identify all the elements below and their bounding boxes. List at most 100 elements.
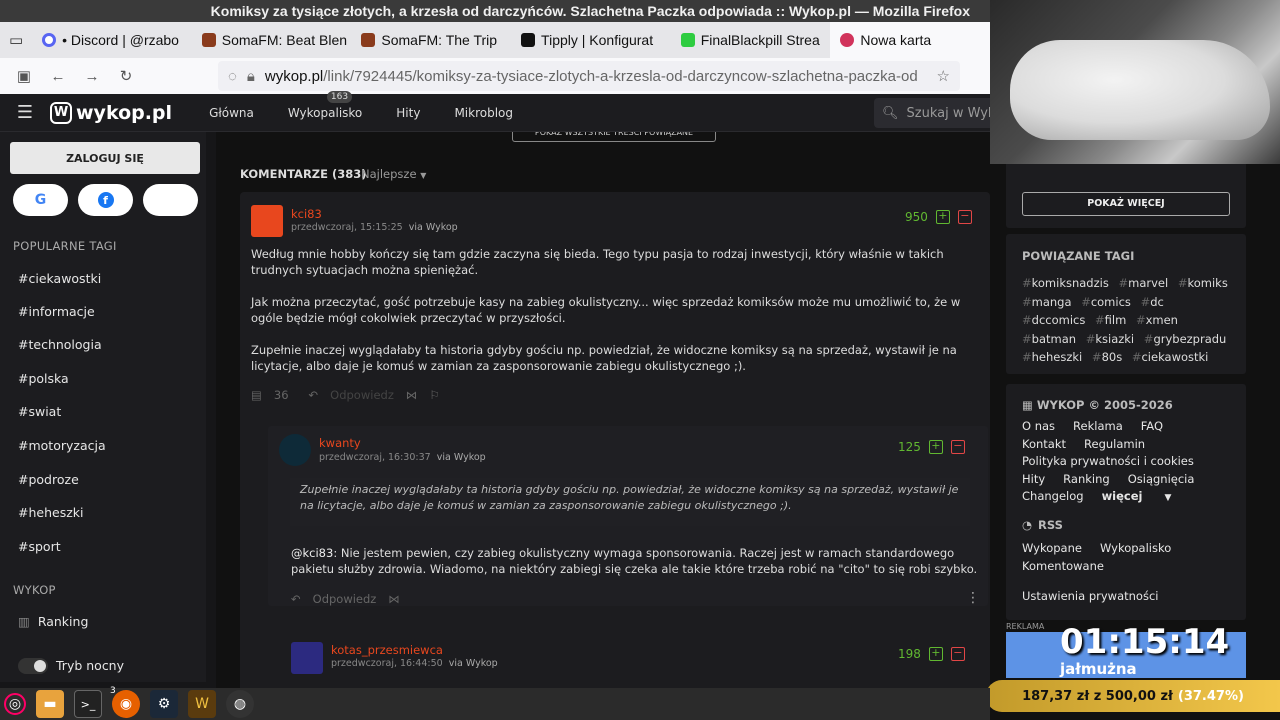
firefox-view-icon[interactable]: ▣ xyxy=(10,62,38,90)
related-tag[interactable]: #ksiazki xyxy=(1086,332,1134,346)
nav-hity[interactable]: Hity xyxy=(379,106,437,120)
tab-list-icon[interactable]: ▭ xyxy=(0,22,32,58)
tag-link[interactable]: #podroze xyxy=(18,472,79,487)
related-tag[interactable]: #comics xyxy=(1081,295,1131,309)
show-all-related-button[interactable]: POKAŻ WSZYSTKIE TREŚCI POWIĄZANE xyxy=(512,132,716,142)
firefox-favicon-icon xyxy=(840,33,855,47)
upvote-icon[interactable]: + xyxy=(928,647,943,661)
tab-finalblackpill[interactable]: FinalBlackpill Strea xyxy=(671,22,831,58)
wykop-logo[interactable]: Wwykop.pl xyxy=(50,101,172,124)
reply-button[interactable]: Odpowiedz xyxy=(313,592,377,606)
comment-actions: ↶ Odpowiedz ⋈ xyxy=(291,592,400,606)
tag-link[interactable]: #ciekawostki xyxy=(18,271,101,286)
tag-link[interactable]: #informacje xyxy=(18,304,95,319)
chevron-down-icon: ▼ xyxy=(420,171,427,180)
upvote-icon[interactable]: + xyxy=(928,440,943,454)
forward-icon[interactable]: → xyxy=(78,62,106,90)
firefox-icon[interactable]: ◉ 3 xyxy=(110,686,140,718)
related-tag[interactable]: #marvel xyxy=(1119,276,1169,290)
footer-link[interactable]: Kontakt xyxy=(1022,437,1066,451)
footer-link[interactable]: Changelog xyxy=(1022,489,1084,503)
share-icon[interactable]: ⋈ xyxy=(406,388,418,402)
tag-link[interactable]: #swiat xyxy=(18,404,61,419)
tag-link[interactable]: #sport xyxy=(18,539,61,554)
related-tag[interactable]: #film xyxy=(1095,313,1126,327)
terminal-icon[interactable]: >_ xyxy=(74,690,102,718)
more-options-icon[interactable]: ⋮ xyxy=(966,590,980,606)
related-tag[interactable]: #heheszki xyxy=(1022,350,1082,364)
report-icon[interactable]: ⚐ xyxy=(429,388,439,402)
tab-discord[interactable]: • Discord | @rzabo xyxy=(32,22,192,58)
related-tag[interactable]: #manga xyxy=(1022,295,1072,309)
file-manager-icon[interactable]: ▬ xyxy=(36,690,64,718)
footer-link[interactable]: Osiągnięcia xyxy=(1128,472,1195,486)
apple-login-button[interactable] xyxy=(143,184,198,216)
reply-button[interactable]: Odpowiedz xyxy=(330,388,394,402)
related-tag[interactable]: #komiks xyxy=(1178,276,1228,290)
tab-tipply[interactable]: Tipply | Konfigurat xyxy=(511,22,671,58)
facebook-login-button[interactable]: f xyxy=(78,184,133,216)
related-tag[interactable]: #komiksnadzis xyxy=(1022,276,1109,290)
related-tag[interactable]: #grybezpradu xyxy=(1144,332,1227,346)
search-input[interactable]: 🔍︎ Szukaj w Wykop xyxy=(874,98,990,128)
footer-link[interactable]: Hity xyxy=(1022,472,1045,486)
nav-glowna[interactable]: Główna xyxy=(192,106,271,120)
tag-link[interactable]: #heheszki xyxy=(18,505,84,520)
related-tag[interactable]: #ciekawostki xyxy=(1132,350,1209,364)
mention-link[interactable]: @kci83 xyxy=(291,546,333,560)
rss-link[interactable]: Wykopane xyxy=(1022,541,1082,555)
window-count-badge: 3 xyxy=(110,686,116,696)
comment-author[interactable]: kwanty xyxy=(319,436,361,450)
share-icon[interactable]: ⋈ xyxy=(388,592,400,606)
footer-link[interactable]: Polityka prywatności i cookies xyxy=(1022,454,1194,468)
footer-link[interactable]: FAQ xyxy=(1141,419,1163,433)
comment-author[interactable]: kotas_przesmiewca xyxy=(331,643,443,657)
tag-link[interactable]: #motoryzacja xyxy=(18,438,106,453)
google-login-button[interactable]: G xyxy=(13,184,68,216)
related-tag[interactable]: #dc xyxy=(1141,295,1164,309)
obs-icon[interactable]: ◍ xyxy=(226,690,254,718)
comment-author[interactable]: kci83 xyxy=(291,207,322,221)
back-icon[interactable]: ← xyxy=(44,62,72,90)
comments-icon[interactable]: ▤ xyxy=(251,388,262,402)
bookmark-star-icon[interactable]: ☆ xyxy=(937,67,950,85)
ranking-link[interactable]: ▥ Ranking xyxy=(18,614,88,629)
privacy-settings-link[interactable]: Ustawienia prywatności xyxy=(1022,588,1158,606)
footer-link[interactable]: Regulamin xyxy=(1084,437,1145,451)
nav-mikroblog[interactable]: Mikroblog xyxy=(437,106,530,120)
hamburger-menu-icon[interactable]: ☰ xyxy=(0,102,50,123)
show-more-button[interactable]: POKAŻ WIĘCEJ xyxy=(1022,192,1230,216)
avatar[interactable] xyxy=(251,205,283,237)
rss-links: Wykopane Wykopalisko Komentowane xyxy=(1022,540,1189,575)
related-tag[interactable]: #dccomics xyxy=(1022,313,1085,327)
tab-new[interactable]: Nowa karta xyxy=(830,22,991,58)
downvote-icon[interactable]: − xyxy=(957,210,972,224)
rss-link[interactable]: Wykopalisko xyxy=(1100,541,1171,555)
tag-link[interactable]: #technologia xyxy=(18,337,102,352)
sort-dropdown[interactable]: Najlepsze ▼ xyxy=(361,167,426,181)
tag-link[interactable]: #polska xyxy=(18,371,69,386)
url-bar[interactable]: ◌ 🔒︎ wykop.pl/link/7924445/komiksy-za-ty… xyxy=(218,61,960,91)
nav-wykopalisko[interactable]: Wykopalisko 163 xyxy=(271,90,379,120)
avatar[interactable] xyxy=(279,434,311,466)
reload-icon[interactable]: ↻ xyxy=(112,62,140,90)
footer-link[interactable]: O nas xyxy=(1022,419,1055,433)
related-tag[interactable]: #xmen xyxy=(1136,313,1178,327)
avatar[interactable] xyxy=(291,642,323,674)
login-button[interactable]: ZALOGUJ SIĘ xyxy=(10,142,200,174)
warcraft-icon[interactable]: W xyxy=(188,690,216,718)
related-tag[interactable]: #batman xyxy=(1022,332,1076,346)
footer-link[interactable]: Reklama xyxy=(1073,419,1123,433)
more-links-dropdown[interactable]: więcej ▼ xyxy=(1102,489,1190,503)
tab-somafm-beat[interactable]: SomaFM: Beat Blen xyxy=(192,22,352,58)
night-mode-toggle[interactable] xyxy=(18,658,48,674)
steam-icon[interactable]: ⚙ xyxy=(150,690,178,718)
start-menu-icon[interactable]: ◎ xyxy=(4,693,26,715)
upvote-icon[interactable]: + xyxy=(935,210,950,224)
related-tag[interactable]: #80s xyxy=(1092,350,1122,364)
downvote-icon[interactable]: − xyxy=(950,647,965,661)
downvote-icon[interactable]: − xyxy=(950,440,965,454)
rss-link[interactable]: Komentowane xyxy=(1022,559,1104,573)
tab-somafm-trip[interactable]: SomaFM: The Trip xyxy=(351,22,511,58)
footer-link[interactable]: Ranking xyxy=(1063,472,1110,486)
